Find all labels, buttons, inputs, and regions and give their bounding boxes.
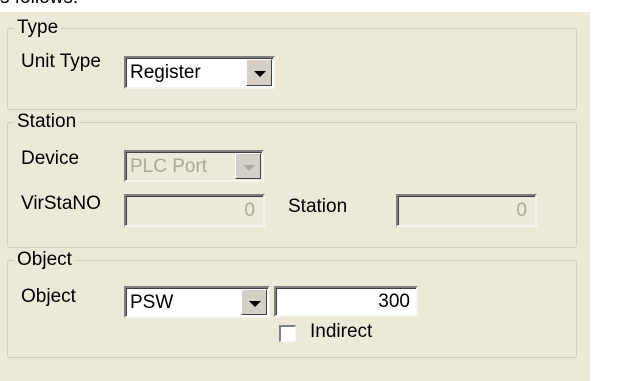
device-label: Device xyxy=(21,148,80,169)
indirect-label[interactable]: Indirect xyxy=(310,320,372,344)
virstano-value: 0 xyxy=(244,200,255,221)
device-select[interactable]: PLC Port xyxy=(124,150,264,182)
chevron-down-icon xyxy=(249,301,261,307)
object-label: Object xyxy=(21,286,76,307)
indirect-checkbox[interactable] xyxy=(279,325,296,342)
settings-panel: Type Unit Type Register Station Device P… xyxy=(0,12,590,381)
type-group-title: Type xyxy=(14,16,62,40)
station-input[interactable]: 0 xyxy=(396,194,537,227)
object-type-select[interactable]: PSW xyxy=(124,286,270,318)
object-address-input[interactable]: 300 xyxy=(274,286,418,317)
object-address-value: 300 xyxy=(378,291,410,312)
unit-type-select[interactable]: Register xyxy=(124,56,275,89)
unit-type-label: Unit Type xyxy=(21,51,101,72)
cropped-caption-text: s follows: xyxy=(0,0,78,9)
virstano-input[interactable]: 0 xyxy=(124,194,265,227)
device-dropdown-button[interactable] xyxy=(235,153,261,179)
device-value: PLC Port xyxy=(130,156,208,177)
unit-type-value: Register xyxy=(130,62,201,83)
station-group-title: Station xyxy=(14,110,80,134)
station-group: Station xyxy=(7,110,577,248)
object-group-title: Object xyxy=(14,248,75,272)
unit-type-dropdown-button[interactable] xyxy=(246,59,272,86)
station-label: Station xyxy=(288,196,348,217)
chevron-down-icon xyxy=(254,71,266,77)
object-type-dropdown-button[interactable] xyxy=(241,289,267,315)
virstano-label: VirStaNO xyxy=(21,193,101,214)
object-type-value: PSW xyxy=(130,292,174,313)
chevron-down-icon xyxy=(243,165,255,171)
station-value: 0 xyxy=(516,200,527,221)
